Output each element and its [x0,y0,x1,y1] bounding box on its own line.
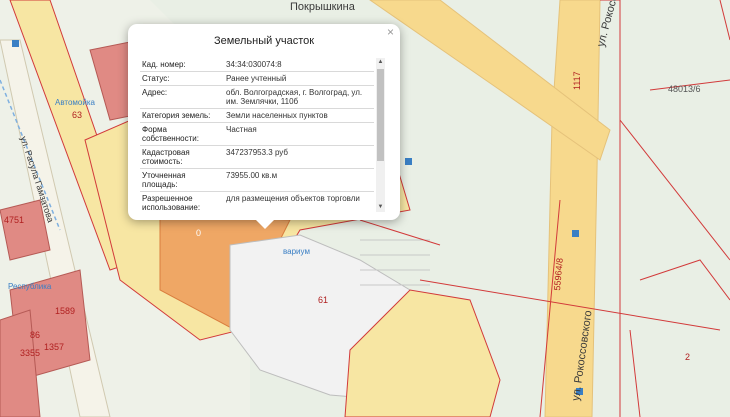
scroll-down-icon[interactable]: ▼ [376,203,385,212]
property-key: Кад. номер: [142,60,186,69]
properties-table[interactable]: Кад. номер: 34:34:030074:8 Статус: Ранее… [140,58,374,212]
property-value: 34:34:030074:8 [226,60,282,69]
property-key: Статус: [142,74,170,83]
property-key: Кадастровая стоимость: [142,148,190,166]
parcel-info-popup: Земельный участок × Кад. номер: 34:34:03… [128,24,400,229]
property-key: Разрешенное использование: [142,194,201,212]
property-row: Кадастровая стоимость: 347237953.3 руб [140,146,374,169]
popup-scrollbar[interactable]: ▲ ▼ [376,58,385,212]
popup-title: Земельный участок [213,35,315,47]
property-value: для размещения объектов торговли [226,194,360,203]
scroll-up-icon[interactable]: ▲ [376,58,385,67]
property-key: Категория земель: [142,111,211,120]
property-row: Кад. номер: 34:34:030074:8 [140,58,374,72]
property-value: Частная [226,125,257,134]
property-key: Форма собственности: [142,125,199,143]
property-value: Земли населенных пунктов [226,111,328,120]
close-icon[interactable]: × [387,25,394,39]
property-value: 347237953.3 руб [226,148,288,157]
property-row: Уточненная площадь: 73955.00 кв.м [140,169,374,192]
property-row: Статус: Ранее учтенный [140,72,374,86]
property-row: Адрес: обл. Волгоградская, г. Волгоград,… [140,86,374,109]
property-row: Категория земель: Земли населенных пункт… [140,109,374,123]
property-key: Адрес: [142,88,168,97]
property-row: Форма собственности: Частная [140,123,374,146]
property-value: обл. Волгоградская, г. Волгоград, ул. им… [226,88,363,106]
scrollbar-thumb[interactable] [377,69,384,161]
property-value: Ранее учтенный [226,74,287,83]
property-row: Разрешенное использование: для размещени… [140,192,374,212]
property-value: 73955.00 кв.м [226,171,278,180]
property-key: Уточненная площадь: [142,171,186,189]
